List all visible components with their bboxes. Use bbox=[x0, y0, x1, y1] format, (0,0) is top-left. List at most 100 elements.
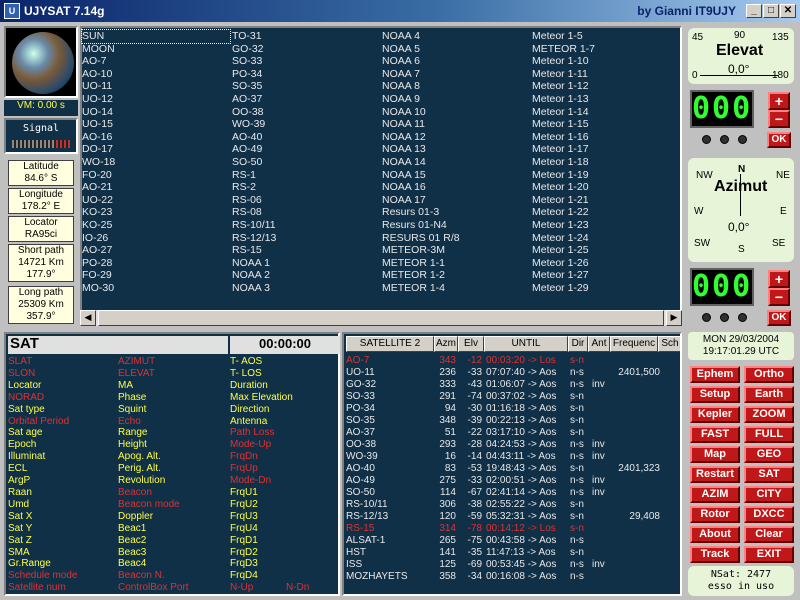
pass-table-row[interactable]: GO-32 333 -43 01:06:07 -> Aos n-s inv bbox=[344, 379, 680, 391]
city-button[interactable]: CITY bbox=[744, 486, 794, 503]
satellite-list-item[interactable]: NOAA 6 bbox=[382, 55, 460, 68]
scroll-thumb[interactable] bbox=[98, 310, 664, 326]
maximize-button[interactable]: □ bbox=[763, 4, 779, 18]
satellite-list-item[interactable]: Meteor 1-5 bbox=[532, 30, 595, 43]
satellite-list-item[interactable]: METEOR 1-2 bbox=[382, 269, 460, 282]
satellite-list-item[interactable]: NOAA 15 bbox=[382, 169, 460, 182]
pass-table-row[interactable]: HST 141 -35 11:47:13 -> Aos s-n bbox=[344, 547, 680, 559]
scroll-right-arrow-icon[interactable]: ▶ bbox=[666, 310, 682, 326]
setup-button[interactable]: Setup bbox=[690, 386, 740, 403]
pass-table-header[interactable]: Elv bbox=[458, 336, 484, 352]
satellite-list-item[interactable]: Meteor 1-26 bbox=[532, 257, 595, 270]
ortho-button[interactable]: Ortho bbox=[744, 366, 794, 383]
elevation-ok-button[interactable]: OK bbox=[767, 132, 791, 148]
full-button[interactable]: FULL bbox=[744, 426, 794, 443]
satellite-list-item[interactable]: Meteor 1-10 bbox=[532, 55, 595, 68]
satellite-list-item[interactable]: Meteor 1-23 bbox=[532, 219, 595, 232]
kepler-button[interactable]: Kepler bbox=[690, 406, 740, 423]
satellite-list-item[interactable]: RS-2 bbox=[232, 181, 276, 194]
satellite-list-item[interactable]: RS-06 bbox=[232, 194, 276, 207]
satellite-list-item[interactable]: Meteor 1-24 bbox=[532, 232, 595, 245]
satellite-list-item[interactable]: AO-40 bbox=[232, 131, 276, 144]
zoom-button[interactable]: ZOOM bbox=[744, 406, 794, 423]
satellite-list-item[interactable]: METEOR 1-7 bbox=[532, 43, 595, 56]
pass-table-row[interactable]: ISS 125 -69 00:53:45 -> Aos n-s inv bbox=[344, 559, 680, 571]
satellite-list-item[interactable]: FO-29 bbox=[82, 269, 230, 282]
satellite-list-item[interactable]: AO-10 bbox=[82, 68, 230, 81]
azim-button[interactable]: AZIM bbox=[690, 486, 740, 503]
satellite-list-item[interactable]: Meteor 1-17 bbox=[532, 143, 595, 156]
pass-table-row[interactable]: AO-40 83 -53 19:48:43 -> Aos s-n 2401,323 bbox=[344, 463, 680, 475]
clear-button[interactable]: Clear bbox=[744, 526, 794, 543]
satellite-list-item[interactable]: Meteor 1-29 bbox=[532, 282, 595, 295]
satellite-list-item[interactable]: NOAA 17 bbox=[382, 194, 460, 207]
satellite-list-item[interactable]: NOAA 3 bbox=[232, 282, 276, 295]
pass-table-row[interactable]: PO-34 94 -30 01:16:18 -> Aos s-n bbox=[344, 403, 680, 415]
satellite-list-item[interactable]: AO-7 bbox=[82, 55, 230, 68]
satellite-list-item[interactable]: OO-38 bbox=[232, 106, 276, 119]
satellite-list-item[interactable]: IO-26 bbox=[82, 232, 230, 245]
close-button[interactable]: ✕ bbox=[780, 4, 796, 18]
satellite-list-item[interactable]: NOAA 9 bbox=[382, 93, 460, 106]
satellite-list-item[interactable]: Meteor 1-15 bbox=[532, 118, 595, 131]
sat-button[interactable]: SAT bbox=[744, 466, 794, 483]
satellite-list-item[interactable]: FO-20 bbox=[82, 169, 230, 182]
scroll-left-arrow-icon[interactable]: ◀ bbox=[80, 310, 96, 326]
satellite-list-item[interactable]: NOAA 4 bbox=[382, 30, 460, 43]
satellite-list-item[interactable]: METEOR 1-4 bbox=[382, 282, 460, 295]
pass-table-row[interactable]: SO-50 114 -67 02:41:14 -> Aos n-s inv bbox=[344, 487, 680, 499]
globe-view[interactable] bbox=[4, 26, 78, 98]
satellite-list-item[interactable]: RS-1 bbox=[232, 169, 276, 182]
satellite-list-item[interactable]: WO-18 bbox=[82, 156, 230, 169]
pass-table-header[interactable]: SATELLITE 2 bbox=[346, 336, 434, 352]
elevation-minus-button[interactable]: − bbox=[768, 110, 790, 128]
ephem-button[interactable]: Ephem bbox=[690, 366, 740, 383]
pass-table-header[interactable]: Ant bbox=[588, 336, 610, 352]
satellite-list-item[interactable]: METEOR-3M bbox=[382, 244, 460, 257]
satellite-list[interactable]: SUN MOON AO-7 AO-10 UO-11 UO-12 UO-14 UO-15 AO-1… bbox=[80, 26, 682, 326]
satellite-list-item[interactable]: Meteor 1-20 bbox=[532, 181, 595, 194]
about-button[interactable]: About bbox=[690, 526, 740, 543]
satellite-list-item[interactable]: RS-10/11 bbox=[232, 219, 276, 232]
satellite-list-item[interactable]: Meteor 1-18 bbox=[532, 156, 595, 169]
satellite-list-item[interactable]: AO-49 bbox=[232, 143, 276, 156]
satellite-list-item[interactable]: Meteor 1-22 bbox=[532, 206, 595, 219]
satellite-list-item[interactable]: AO-16 bbox=[82, 131, 230, 144]
earth-button[interactable]: Earth bbox=[744, 386, 794, 403]
satellite-list-item[interactable]: MOON bbox=[82, 43, 230, 56]
rotor-button[interactable]: Rotor bbox=[690, 506, 740, 523]
minimize-button[interactable]: _ bbox=[746, 4, 762, 18]
satellite-list-scrollbar[interactable]: ◀ ▶ bbox=[80, 310, 682, 326]
satellite-list-item[interactable]: AO-27 bbox=[82, 244, 230, 257]
satellite-list-item[interactable]: NOAA 10 bbox=[382, 106, 460, 119]
satellite-list-item[interactable]: Meteor 1-19 bbox=[532, 169, 595, 182]
pass-table-row[interactable]: MOZHAYETS 358 -34 00:16:08 -> Aos n-s bbox=[344, 571, 680, 583]
satellite-list-item[interactable]: Meteor 1-16 bbox=[532, 131, 595, 144]
satellite-list-item[interactable]: AO-21 bbox=[82, 181, 230, 194]
pass-table-row[interactable]: AO-49 275 -33 02:00:51 -> Aos n-s inv bbox=[344, 475, 680, 487]
satellite-list-item[interactable]: NOAA 1 bbox=[232, 257, 276, 270]
azimuth-ok-button[interactable]: OK bbox=[767, 310, 791, 326]
fast-button[interactable]: FAST bbox=[690, 426, 740, 443]
satellite-list-item[interactable]: PO-34 bbox=[232, 68, 276, 81]
satellite-list-item[interactable]: UO-15 bbox=[82, 118, 230, 131]
pass-table-row[interactable]: RS-15 314 -78 00:14:12 -> Los s-n bbox=[344, 523, 680, 535]
satellite-list-item[interactable]: NOAA 5 bbox=[382, 43, 460, 56]
exit-button[interactable]: EXIT bbox=[744, 546, 794, 563]
satellite-list-item[interactable]: KO-25 bbox=[82, 219, 230, 232]
satellite-list-item[interactable]: PO-28 bbox=[82, 257, 230, 270]
pass-table-header[interactable]: Sch bbox=[658, 336, 680, 352]
satellite-list-item[interactable]: Resurs 01-3 bbox=[382, 206, 460, 219]
pass-table-header[interactable]: UNTIL bbox=[484, 336, 568, 352]
satellite-list-item[interactable]: Meteor 1-12 bbox=[532, 80, 595, 93]
satellite-list-item[interactable]: RESURS 01 R/8 bbox=[382, 232, 460, 245]
pass-table-row[interactable]: RS-12/13 120 -59 05:32:31 -> Aos s-n 29,408 bbox=[344, 511, 680, 523]
dxcc-button[interactable]: DXCC bbox=[744, 506, 794, 523]
satellite-list-item[interactable]: NOAA 11 bbox=[382, 118, 460, 131]
satellite-list-item[interactable]: Meteor 1-13 bbox=[532, 93, 595, 106]
pass-table-row[interactable]: OO-38 293 -28 04:24:53 -> Aos n-s inv bbox=[344, 439, 680, 451]
pass-table-row[interactable]: WO-39 16 -14 04:43:11 -> Aos n-s inv bbox=[344, 451, 680, 463]
pass-table-header[interactable]: Azm bbox=[434, 336, 458, 352]
geo-button[interactable]: GEO bbox=[744, 446, 794, 463]
satellite-list-item[interactable]: AO-37 bbox=[232, 93, 276, 106]
